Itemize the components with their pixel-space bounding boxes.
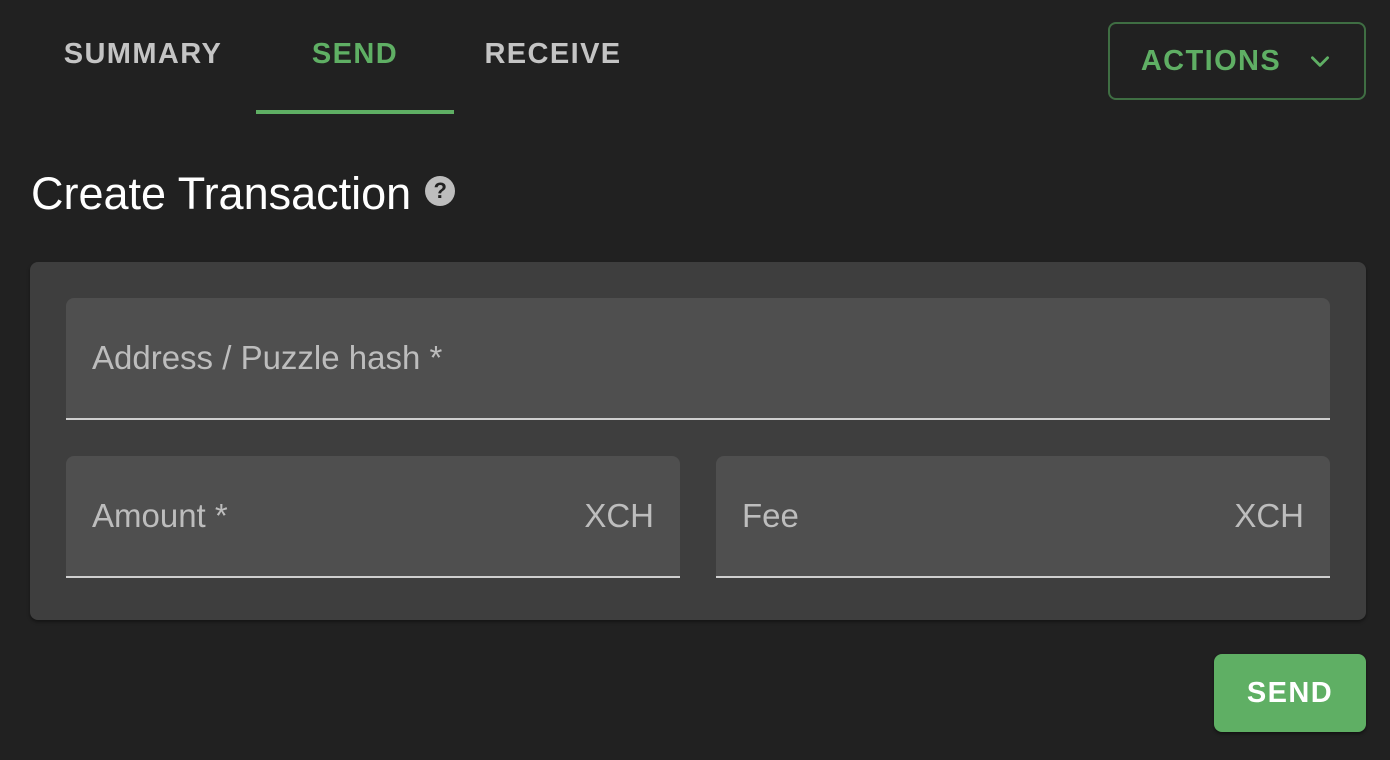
page-title: Create Transaction [31, 168, 412, 219]
tab-summary-label: SUMMARY [63, 37, 223, 70]
amount-field[interactable]: Amount * XCH [66, 456, 680, 578]
tab-send[interactable]: SEND [256, 0, 454, 114]
send-button-label: SEND [1246, 676, 1334, 709]
chevron-down-icon [1307, 48, 1333, 74]
address-field[interactable]: Address / Puzzle hash * [66, 298, 1330, 420]
amount-unit: XCH [584, 497, 654, 534]
fee-field[interactable]: Fee XCH [716, 456, 1330, 578]
wallet-tabs: SUMMARY SEND RECEIVE [30, 0, 652, 114]
help-circle-icon[interactable]: ? [425, 176, 456, 206]
amount-field-label: Amount * [92, 497, 228, 534]
actions-button[interactable]: ACTIONS [1108, 22, 1366, 100]
tab-send-label: SEND [311, 37, 399, 70]
tab-active-indicator [256, 110, 454, 114]
fee-field-label: Fee [742, 497, 799, 534]
tab-summary[interactable]: SUMMARY [30, 0, 256, 114]
create-transaction-card: Address / Puzzle hash * Amount * XCH Fee… [30, 262, 1366, 620]
actions-button-label: ACTIONS [1140, 44, 1282, 77]
tab-receive-label: RECEIVE [484, 37, 622, 70]
tab-receive[interactable]: RECEIVE [454, 0, 652, 114]
send-button[interactable]: SEND [1214, 654, 1366, 732]
page-header: Create Transaction ? [31, 162, 456, 226]
address-field-label: Address / Puzzle hash * [92, 339, 443, 376]
fee-unit: XCH [1234, 497, 1304, 534]
